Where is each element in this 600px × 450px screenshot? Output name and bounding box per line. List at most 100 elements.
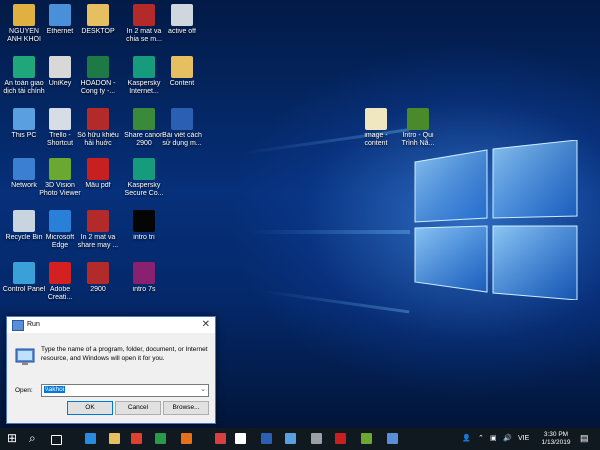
taskbar-firefox[interactable] — [176, 428, 196, 450]
taskbar-word[interactable] — [256, 428, 276, 450]
kaspersky-icon — [133, 56, 155, 78]
taskbar-photos[interactable] — [356, 428, 376, 450]
browse-button[interactable]: Browse... — [163, 401, 209, 415]
clock[interactable]: 3:30 PM 1/13/2019 — [536, 431, 576, 447]
desktop-icon[interactable]: HOADON - Cong ty -... — [76, 56, 120, 96]
recycle-bin-icon — [13, 210, 35, 232]
desktop-icon[interactable]: intro tri — [122, 210, 166, 242]
computer-icon — [285, 433, 296, 444]
desktop-icon[interactable]: Content — [160, 56, 204, 88]
firefox-icon — [181, 433, 192, 444]
desktop-icon[interactable]: DESKTOP — [76, 4, 120, 36]
program-icon — [311, 433, 322, 444]
run-title: Run — [27, 321, 40, 328]
taskbar-coccoc[interactable] — [150, 428, 170, 450]
chrome-icon — [131, 433, 142, 444]
desktop-icon-label: image - content — [364, 132, 388, 147]
folder-icon — [171, 56, 193, 78]
desktop-icon-label: Sổ hữu khiếu hải huớc — [77, 132, 119, 147]
desktop-icon-label: active off — [168, 28, 196, 35]
desktop-icon-label: Kaspersky Secure Co... — [124, 182, 164, 197]
taskbar-explorer[interactable] — [104, 428, 124, 450]
desktop-icon[interactable]: Intro - Qui Trình Nă... — [396, 108, 440, 148]
taskbar-pc[interactable] — [280, 428, 300, 450]
desktop-icon[interactable]: active off — [160, 4, 204, 36]
photo-icon — [361, 433, 372, 444]
light-beam — [260, 289, 410, 314]
trello-icon — [49, 108, 71, 130]
control-panel-icon — [13, 262, 35, 284]
taskbar-chrome[interactable] — [126, 428, 146, 450]
network-tray-icon[interactable]: ▣ — [490, 434, 497, 442]
taskbar-app-gray[interactable] — [306, 428, 326, 450]
notification-icon[interactable]: ▤ — [580, 433, 589, 444]
search-button[interactable]: ⌕ — [24, 428, 44, 450]
mail-icon — [215, 433, 226, 444]
desktop-icon-label: Intro - Qui Trình Nă... — [401, 132, 435, 147]
desktop-icon-label: Content — [169, 80, 195, 87]
taskbar-edge[interactable] — [80, 428, 100, 450]
taskbar-run[interactable] — [382, 428, 402, 450]
taskbar-pdf[interactable] — [330, 428, 350, 450]
desktop-icon-label: DESKTOP — [81, 28, 115, 35]
task-view-icon — [51, 435, 62, 445]
video-icon — [87, 108, 109, 130]
light-beam — [250, 230, 410, 234]
run-title-bar[interactable]: Run ✕ — [7, 317, 215, 333]
desktop-icon[interactable]: In 2 mat va share may ... — [76, 210, 120, 250]
folder-icon — [87, 4, 109, 26]
desktop-icon-label: 2900 — [90, 286, 106, 293]
desktop-icon[interactable]: Mẫu pdf — [76, 158, 120, 190]
windows-logo-graphic — [414, 140, 578, 300]
desktop-icon-label: intro 7s — [132, 286, 156, 293]
ok-button[interactable]: OK — [67, 401, 113, 415]
chevron-down-icon[interactable]: ⌄ — [200, 385, 206, 393]
file-icon — [365, 108, 387, 130]
desktop-icon-label: HOADON - Cong ty -... — [80, 80, 116, 95]
mail-icon — [235, 433, 246, 444]
video-icon — [133, 262, 155, 284]
desktop-icon[interactable]: image - content — [354, 108, 398, 148]
network-globe-icon — [13, 158, 35, 180]
open-input[interactable]: \\akhoi ⌄ — [41, 384, 209, 397]
excel-icon — [87, 56, 109, 78]
people-icon[interactable]: 👤 — [462, 434, 471, 442]
close-icon[interactable]: ✕ — [202, 319, 210, 330]
run-icon — [15, 348, 35, 365]
desktop-icon[interactable]: Sổ hữu khiếu hải huớc — [76, 108, 120, 148]
taskbar-mail[interactable] — [210, 428, 230, 450]
network-icon — [49, 4, 71, 26]
word-icon — [171, 108, 193, 130]
open-label: Open: — [15, 387, 33, 394]
pdf-icon — [87, 158, 109, 180]
volume-icon[interactable]: 🔊 — [503, 434, 512, 442]
start-button[interactable]: ⊞ — [2, 428, 22, 450]
task-view-button[interactable] — [46, 428, 66, 450]
shield-app-icon — [13, 56, 35, 78]
language-indicator[interactable]: VIE — [518, 435, 529, 442]
cancel-button[interactable]: Cancel — [115, 401, 161, 415]
search-icon: ⌕ — [29, 431, 36, 445]
taskbar-mail-app[interactable] — [230, 428, 250, 450]
run-description: Type the name of a program, folder, docu… — [41, 346, 208, 362]
user-folder-icon — [13, 4, 35, 26]
desktop-icon[interactable]: Bài viết cách sử dụng m... — [160, 108, 204, 148]
computer-icon — [13, 108, 35, 130]
coccoc-icon — [155, 433, 166, 444]
desktop-icon-label: Mẫu pdf — [85, 182, 111, 189]
video-icon — [133, 4, 155, 26]
taskbar: ⊞ ⌕ 👤 ⌃ ▣ 🔊 VIE 3:30 PM 1/13/2019 ▤ — [0, 428, 600, 450]
word-icon — [261, 433, 272, 444]
chevron-up-icon[interactable]: ⌃ — [478, 434, 484, 442]
desktop-icon[interactable]: intro 7s — [122, 262, 166, 294]
desktop-icon[interactable]: 2900 — [76, 262, 120, 294]
kaspersky-secure-icon — [133, 158, 155, 180]
desktop-icon[interactable]: Kaspersky Secure Co... — [122, 158, 166, 198]
clock-date: 1/13/2019 — [541, 439, 571, 446]
edge-icon — [85, 433, 96, 444]
video-icon — [87, 210, 109, 232]
desktop-icon-label: intro tri — [133, 234, 155, 241]
black-thumbnail-icon — [133, 210, 155, 232]
clock-time: 3:30 PM — [543, 431, 569, 438]
windows-icon: ⊞ — [7, 431, 18, 445]
